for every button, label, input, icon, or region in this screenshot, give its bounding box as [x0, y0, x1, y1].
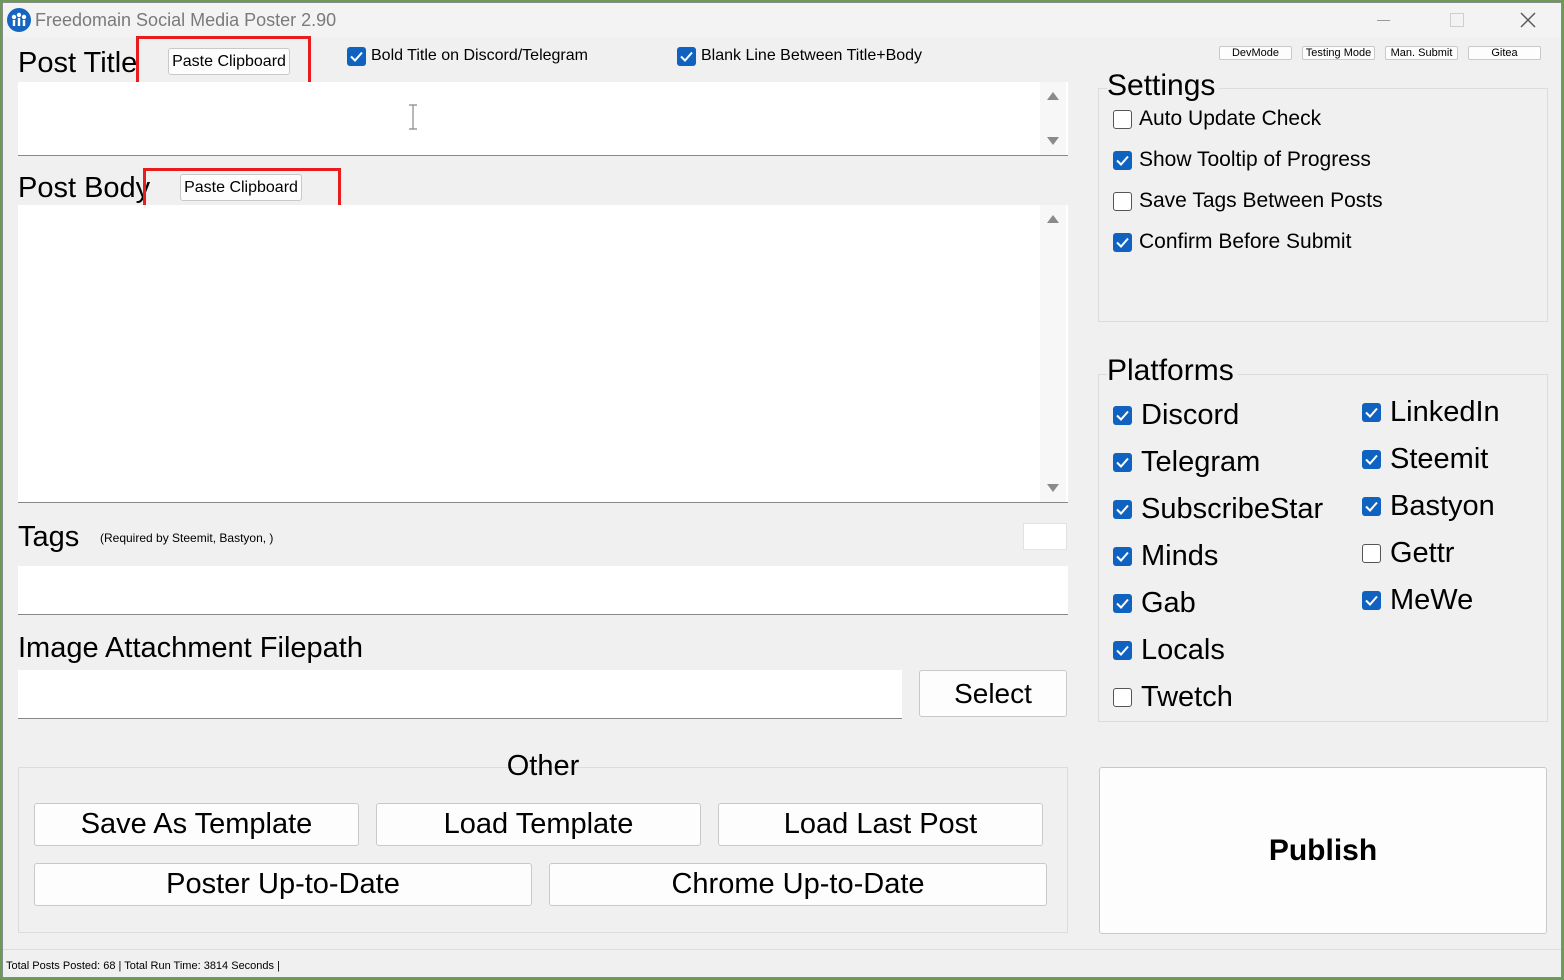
minds-label: Minds	[1141, 540, 1219, 572]
poster-up-to-date-button[interactable]: Poster Up-to-Date	[34, 863, 532, 906]
minimize-button[interactable]	[1348, 3, 1418, 37]
checkmark-icon	[1116, 155, 1129, 166]
subscribestar-label: SubscribeStar	[1141, 493, 1324, 525]
telegram-checkbox[interactable]	[1113, 453, 1132, 472]
subscribestar-checkbox[interactable]	[1113, 500, 1132, 519]
bold-title-label: Bold Title on Discord/Telegram	[371, 47, 588, 64]
gettr-label: Gettr	[1390, 537, 1455, 569]
gettr-checkbox[interactable]	[1362, 544, 1381, 563]
scroll-up-icon[interactable]	[1047, 215, 1059, 223]
checkmark-icon	[1365, 595, 1378, 606]
settings-label: Settings	[1107, 69, 1220, 103]
bastyon-checkbox[interactable]	[1362, 497, 1381, 516]
post-body-label: Post Body	[18, 172, 151, 204]
status-bar: Total Posts Posted: 68 | Total Run Time:…	[3, 949, 1561, 977]
paste-title-button[interactable]: Paste Clipboard	[168, 48, 290, 75]
steemit-checkbox[interactable]	[1362, 450, 1381, 469]
linkedin-label: LinkedIn	[1390, 396, 1500, 428]
app-logo-icon	[7, 8, 31, 32]
chrome-up-to-date-button[interactable]: Chrome Up-to-Date	[549, 863, 1047, 906]
checkmark-icon	[1116, 598, 1129, 609]
app-window: Freedomain Social Media Poster 2.90 Post…	[2, 2, 1562, 978]
show-tooltip-label: Show Tooltip of Progress	[1139, 148, 1371, 171]
tags-label: Tags	[18, 521, 80, 553]
publish-button[interactable]: Publish	[1099, 767, 1547, 934]
auto-update-check-checkbox[interactable]	[1113, 110, 1132, 129]
image-filepath-input[interactable]	[18, 670, 902, 719]
checkmark-icon	[1116, 237, 1129, 248]
checkmark-icon	[1365, 407, 1378, 418]
twetch-checkbox[interactable]	[1113, 688, 1132, 707]
show-tooltip-checkbox[interactable]	[1113, 151, 1132, 170]
load-last-post-button[interactable]: Load Last Post	[718, 803, 1043, 846]
scroll-down-icon[interactable]	[1047, 137, 1059, 145]
maximize-button[interactable]	[1421, 3, 1491, 37]
blank-line-checkbox[interactable]	[677, 47, 696, 66]
checkmark-icon	[1116, 645, 1129, 656]
post-title-scrollbar[interactable]	[1040, 82, 1066, 155]
checkmark-icon	[1116, 457, 1129, 468]
blank-line-label: Blank Line Between Title+Body	[701, 47, 923, 64]
post-body-input[interactable]	[18, 205, 1068, 503]
twetch-label: Twetch	[1141, 681, 1233, 713]
checkmark-icon	[1116, 551, 1129, 562]
devmode-button[interactable]: DevMode	[1219, 46, 1292, 60]
select-file-button[interactable]: Select	[919, 670, 1067, 717]
paste-body-button[interactable]: Paste Clipboard	[180, 174, 302, 201]
save-as-template-button[interactable]: Save As Template	[34, 803, 359, 846]
discord-label: Discord	[1141, 399, 1240, 431]
other-label: Other	[506, 750, 580, 782]
checkmark-icon	[1365, 501, 1378, 512]
other-group	[18, 767, 1068, 933]
steemit-label: Steemit	[1390, 443, 1489, 475]
man-submit-button[interactable]: Man. Submit	[1385, 46, 1458, 60]
text-cursor-icon	[409, 104, 417, 130]
locals-checkbox[interactable]	[1113, 641, 1132, 660]
scroll-up-icon[interactable]	[1047, 92, 1059, 100]
locals-label: Locals	[1141, 634, 1225, 666]
post-title-input[interactable]	[18, 82, 1068, 156]
save-tags-checkbox[interactable]	[1113, 192, 1132, 211]
checkmark-icon	[1116, 504, 1129, 515]
gab-label: Gab	[1141, 587, 1196, 619]
gab-checkbox[interactable]	[1113, 594, 1132, 613]
title-bar: Freedomain Social Media Poster 2.90	[3, 3, 1561, 37]
auto-update-check-label: Auto Update Check	[1139, 107, 1322, 130]
tags-count-box[interactable]	[1023, 523, 1067, 550]
scroll-down-icon[interactable]	[1047, 484, 1059, 492]
checkmark-icon	[350, 51, 363, 62]
status-text: Total Posts Posted: 68 | Total Run Time:…	[6, 960, 280, 972]
checkmark-icon	[1365, 454, 1378, 465]
post-body-scrollbar[interactable]	[1040, 205, 1066, 502]
save-tags-label: Save Tags Between Posts	[1139, 189, 1383, 212]
mewe-label: MeWe	[1390, 584, 1474, 616]
confirm-before-submit-label: Confirm Before Submit	[1139, 230, 1352, 253]
close-button[interactable]	[1493, 3, 1561, 37]
bastyon-label: Bastyon	[1390, 490, 1495, 522]
gitea-button[interactable]: Gitea	[1468, 46, 1541, 60]
telegram-label: Telegram	[1141, 446, 1261, 478]
bold-title-checkbox[interactable]	[347, 47, 366, 66]
linkedin-checkbox[interactable]	[1362, 403, 1381, 422]
image-filepath-label: Image Attachment Filepath	[18, 632, 363, 664]
platforms-label: Platforms	[1107, 354, 1238, 388]
confirm-before-submit-checkbox[interactable]	[1113, 233, 1132, 252]
tags-input[interactable]	[18, 566, 1068, 615]
tags-note: (Required by Steemit, Bastyon, )	[100, 531, 274, 545]
testing-mode-button[interactable]: Testing Mode	[1302, 46, 1375, 60]
checkmark-icon	[680, 51, 693, 62]
minds-checkbox[interactable]	[1113, 547, 1132, 566]
load-template-button[interactable]: Load Template	[376, 803, 701, 846]
mewe-checkbox[interactable]	[1362, 591, 1381, 610]
post-title-label: Post Title	[18, 47, 138, 79]
close-icon	[1520, 12, 1536, 28]
window-title: Freedomain Social Media Poster 2.90	[35, 10, 337, 30]
checkmark-icon	[1116, 410, 1129, 421]
discord-checkbox[interactable]	[1113, 406, 1132, 425]
